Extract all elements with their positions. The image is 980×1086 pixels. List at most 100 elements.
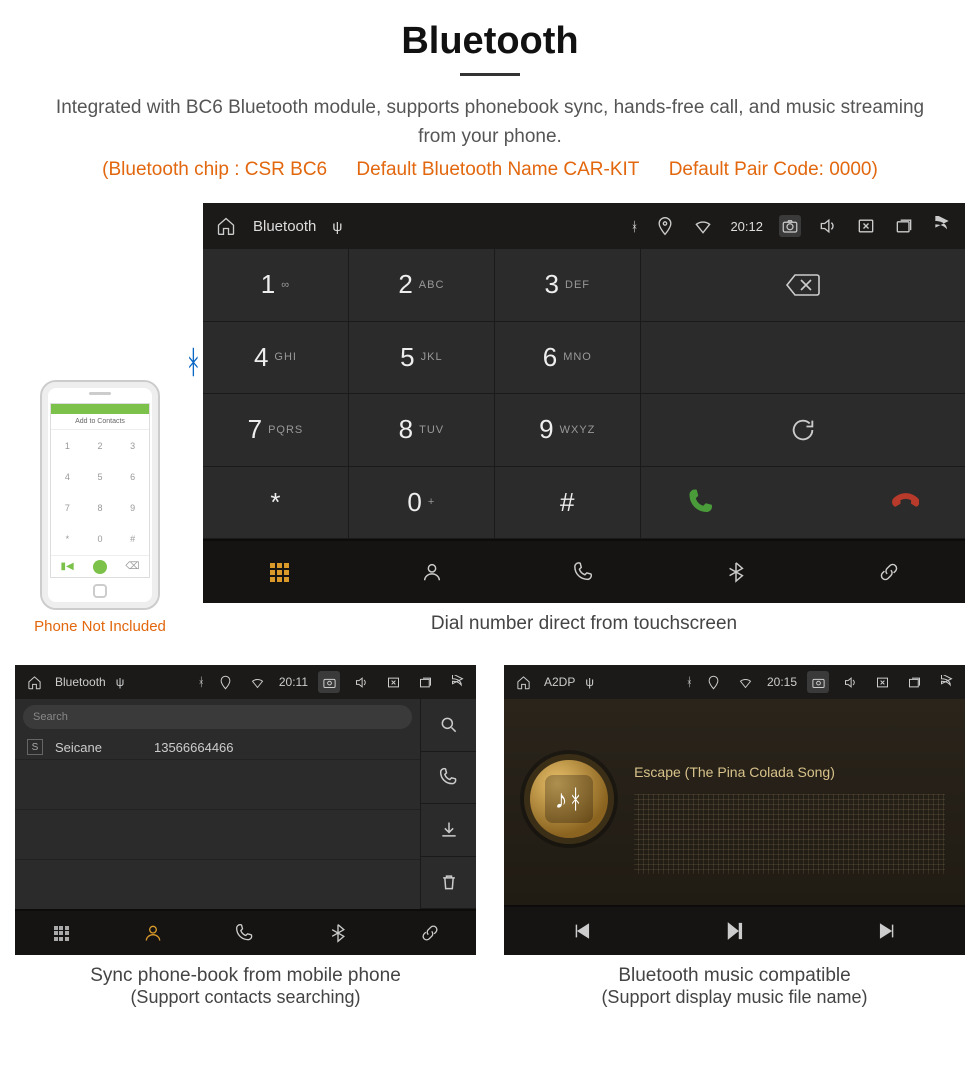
phone-dialpad: 123 456 789 *0#	[51, 430, 149, 555]
usb-icon: ψ	[116, 675, 125, 689]
volume-icon[interactable]	[839, 671, 861, 693]
usb-icon: ψ	[332, 218, 342, 234]
close-app-icon[interactable]	[871, 671, 893, 693]
backspace-button[interactable]	[641, 249, 965, 322]
contact-name: Seicane	[55, 740, 102, 755]
key-8[interactable]: 8TUV	[349, 394, 495, 467]
phonebook-caption: Sync phone-book from mobile phone (Suppo…	[15, 965, 476, 1008]
home-icon[interactable]	[215, 215, 237, 237]
tab-calllog[interactable]	[573, 561, 595, 583]
phone-illustration: Add to Contacts 123 456 789 *0# ▮◀ ⌫	[40, 380, 160, 610]
side-call-icon[interactable]	[421, 752, 476, 805]
camera-icon[interactable]	[807, 671, 829, 693]
hint-code: Default Pair Code: 0000)	[669, 159, 878, 180]
phonebook-screen: Bluetooth ψ ᚼ 20:11 Search	[15, 665, 476, 955]
wifi-icon	[735, 671, 757, 693]
prev-button[interactable]	[570, 920, 592, 942]
side-download-icon[interactable]	[421, 804, 476, 857]
dialpad: 1∞ 2ABC 3DEF 4GHI 5JKL 6MNO 7PQRS 8TUV 9…	[203, 249, 641, 539]
status-bar: Bluetooth ψ ᚼ 20:11	[15, 665, 476, 699]
tab-pair[interactable]	[419, 922, 441, 944]
location-icon	[654, 215, 676, 237]
key-0[interactable]: 0+	[349, 467, 495, 540]
album-art: ♪ᚼ	[524, 754, 614, 844]
search-input[interactable]: Search	[23, 705, 412, 729]
close-app-icon[interactable]	[855, 215, 877, 237]
bluetooth-icon: ᚼ))	[184, 344, 203, 381]
next-button[interactable]	[877, 920, 899, 942]
camera-icon[interactable]	[318, 671, 340, 693]
key-1[interactable]: 1∞	[203, 249, 349, 322]
wifi-icon	[247, 671, 269, 693]
close-app-icon[interactable]	[382, 671, 404, 693]
usb-icon: ψ	[585, 675, 594, 689]
title-underline	[460, 73, 520, 76]
contact-row[interactable]: S Seicane 13566664466	[15, 735, 420, 760]
key-4[interactable]: 4GHI	[203, 322, 349, 395]
recents-icon[interactable]	[414, 671, 436, 693]
refresh-button[interactable]	[641, 394, 965, 467]
contact-number: 13566664466	[154, 740, 234, 755]
contact-initial: S	[27, 739, 43, 755]
music-bluetooth-icon: ♪ᚼ	[545, 775, 593, 823]
clock: 20:12	[730, 219, 763, 234]
tab-calllog[interactable]	[234, 922, 256, 944]
equalizer	[634, 794, 945, 874]
music-caption: Bluetooth music compatible (Support disp…	[504, 965, 965, 1008]
tab-bluetooth[interactable]	[327, 922, 349, 944]
phone-add-contacts: Add to Contacts	[51, 414, 149, 430]
call-button[interactable]	[641, 487, 763, 517]
page-subtitle: Integrated with BC6 Bluetooth module, su…	[50, 94, 930, 151]
recents-icon[interactable]	[893, 215, 915, 237]
volume-icon[interactable]	[817, 215, 839, 237]
home-icon[interactable]	[23, 671, 45, 693]
tab-dialpad[interactable]	[268, 561, 290, 583]
key-7[interactable]: 7PQRS	[203, 394, 349, 467]
hint-name: Default Bluetooth Name CAR-KIT	[356, 159, 639, 180]
back-icon[interactable]	[931, 215, 953, 237]
hangup-button[interactable]	[843, 487, 965, 517]
topbar-title: A2DP	[544, 675, 575, 689]
volume-icon[interactable]	[350, 671, 372, 693]
backspace-icon: ⌫	[125, 561, 139, 572]
key-2[interactable]: 2ABC	[349, 249, 495, 322]
bottom-nav	[203, 539, 965, 603]
phone-not-included: Phone Not Included	[15, 618, 185, 635]
tab-contacts[interactable]	[142, 922, 164, 944]
track-title: Escape (The Pina Colada Song)	[634, 764, 835, 780]
recents-icon[interactable]	[903, 671, 925, 693]
clock: 20:15	[767, 675, 797, 689]
key-5[interactable]: 5JKL	[349, 322, 495, 395]
status-bar: A2DP ψ ᚼ 20:15	[504, 665, 965, 699]
status-bar: Bluetooth ψ ᚼ 20:12	[203, 203, 965, 249]
clock: 20:11	[279, 675, 308, 689]
key-3[interactable]: 3DEF	[495, 249, 641, 322]
page-title: Bluetooth	[15, 20, 965, 63]
tab-dialpad[interactable]	[50, 922, 72, 944]
tab-bluetooth[interactable]	[725, 561, 747, 583]
back-icon[interactable]	[446, 671, 468, 693]
dialer-screen: Bluetooth ψ ᚼ 20:12 1∞ 2ABC	[203, 203, 965, 603]
music-screen: A2DP ψ ᚼ 20:15 Escape (The Pina Colada S…	[504, 665, 965, 955]
key-6[interactable]: 6MNO	[495, 322, 641, 395]
bluetooth-status-icon: ᚼ	[686, 675, 693, 689]
home-icon[interactable]	[512, 671, 534, 693]
bluetooth-status-icon: ᚼ	[198, 675, 205, 689]
play-pause-button[interactable]	[723, 920, 745, 942]
key-hash[interactable]: #	[495, 467, 641, 540]
side-search-icon[interactable]	[421, 699, 476, 752]
key-9[interactable]: 9WXYZ	[495, 394, 641, 467]
bluetooth-hints: (Bluetooth chip : CSR BC6 Default Blueto…	[15, 159, 965, 181]
side-delete-icon[interactable]	[421, 857, 476, 910]
topbar-title: Bluetooth	[55, 675, 106, 689]
hint-chip: (Bluetooth chip : CSR BC6	[102, 159, 327, 180]
camera-icon[interactable]	[779, 215, 801, 237]
tab-contacts[interactable]	[421, 561, 443, 583]
back-icon[interactable]	[935, 671, 957, 693]
key-star[interactable]: *	[203, 467, 349, 540]
video-icon: ▮◀	[60, 561, 73, 572]
location-icon	[703, 671, 725, 693]
tab-pair[interactable]	[878, 561, 900, 583]
dialer-caption: Dial number direct from touchscreen	[203, 613, 965, 635]
topbar-title: Bluetooth	[253, 218, 316, 235]
